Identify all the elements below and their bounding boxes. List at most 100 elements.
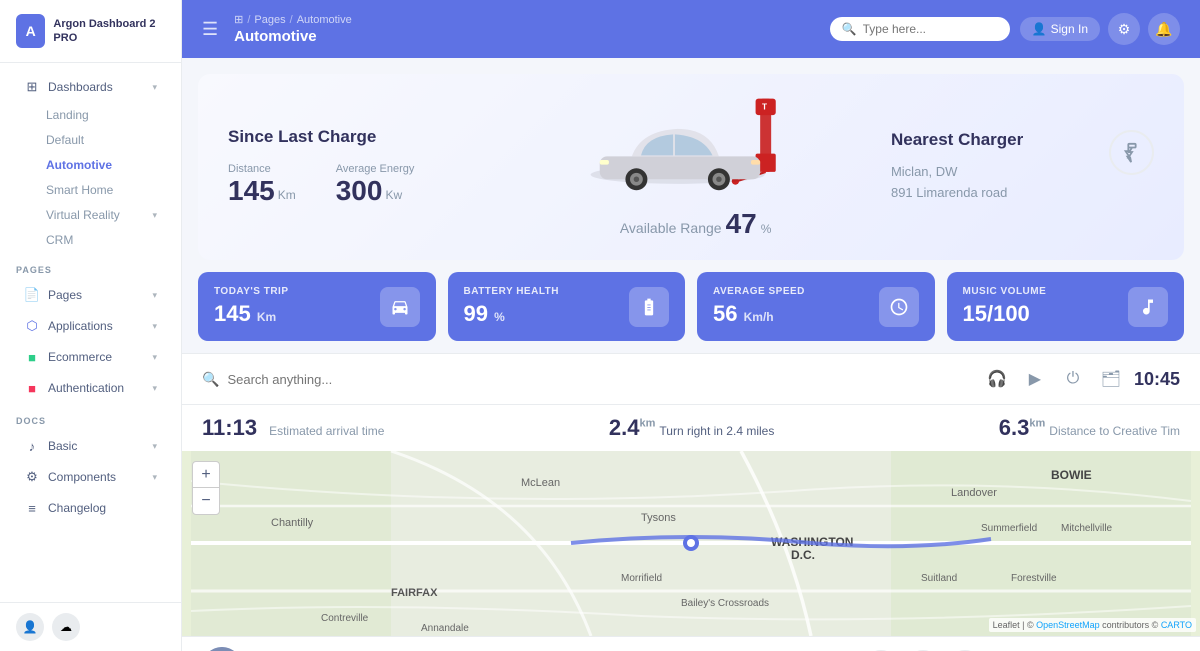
nav-search[interactable]: 🔍 bbox=[202, 371, 427, 388]
notifications-button[interactable]: 🔔 bbox=[1148, 13, 1180, 45]
battery-icon bbox=[629, 287, 669, 327]
dest-label: Distance to Creative Tim bbox=[1049, 424, 1180, 438]
applications-icon: ⬡ bbox=[24, 318, 40, 334]
sidebar-item-components[interactable]: ⚙ Components ▾ bbox=[8, 462, 173, 492]
hamburger-menu-icon[interactable]: ☰ bbox=[202, 19, 218, 40]
svg-text:FAIRFAX: FAIRFAX bbox=[391, 587, 438, 599]
arrival-label: Estimated arrival time bbox=[269, 424, 384, 438]
sidebar-item-default[interactable]: Default bbox=[8, 128, 173, 152]
auth-icon: ■ bbox=[24, 380, 40, 396]
music-note-icon bbox=[1128, 287, 1168, 327]
sidebar-item-smart-home[interactable]: Smart Home bbox=[8, 178, 173, 202]
zoom-in-button[interactable]: + bbox=[193, 462, 219, 488]
music-icon: ♪ bbox=[24, 438, 40, 454]
svg-text:Chantilly: Chantilly bbox=[271, 517, 314, 529]
sidebar-item-label: Ecommerce bbox=[48, 350, 112, 364]
sidebar-navigation: ⊞ Dashboards ▾ Landing Default Automotiv… bbox=[0, 63, 181, 602]
map-container: McLean Tysons Chantilly WASHINGTON D.C. … bbox=[182, 451, 1200, 636]
svg-text:Bailey's Crossroads: Bailey's Crossroads bbox=[681, 598, 769, 609]
search-input[interactable] bbox=[863, 22, 998, 36]
trip-bar: 11:13 Estimated arrival time 2.4km Turn … bbox=[182, 405, 1200, 451]
distance-value: 145 bbox=[228, 175, 275, 207]
sidebar-item-label: Authentication bbox=[48, 381, 124, 395]
sidebar-item-ecommerce[interactable]: ■ Ecommerce ▾ bbox=[8, 342, 173, 372]
sidebar-item-label: Components bbox=[48, 470, 116, 484]
svg-text:Contreville: Contreville bbox=[321, 613, 369, 624]
chevron-down-icon: ▾ bbox=[152, 383, 157, 394]
sidebar-item-dashboards[interactable]: ⊞ Dashboards ▾ bbox=[8, 72, 173, 102]
user-avatar[interactable]: 👤 bbox=[16, 613, 44, 641]
sidebar-item-label: Applications bbox=[48, 319, 113, 333]
svg-text:Suitland: Suitland bbox=[921, 573, 957, 584]
chevron-down-icon: ▾ bbox=[152, 441, 157, 452]
svg-text:BOWIE: BOWIE bbox=[1051, 468, 1092, 482]
since-last-charge-title: Since Last Charge bbox=[228, 127, 520, 147]
power-icon[interactable]: ⏻ bbox=[1058, 364, 1088, 394]
main-content: ☰ ⊞ / Pages / Automotive Automotive 🔍 👤 bbox=[182, 0, 1200, 651]
todays-trip-card: TODAY'S TRIP 145 Km bbox=[198, 272, 436, 341]
svg-text:Summerfield: Summerfield bbox=[981, 523, 1037, 534]
search-bar[interactable]: 🔍 bbox=[830, 17, 1010, 41]
sidebar-item-applications[interactable]: ⬡ Applications ▾ bbox=[8, 311, 173, 341]
settings-button[interactable]: ⚙ bbox=[1108, 13, 1140, 45]
play-icon[interactable]: ▶ bbox=[1020, 364, 1050, 394]
turn-distance: 2.4km bbox=[609, 415, 656, 441]
available-range-label: Available Range bbox=[620, 220, 722, 236]
sign-in-button[interactable]: 👤 Sign In bbox=[1020, 17, 1100, 41]
nearest-charger-title: Nearest Charger bbox=[891, 130, 1023, 150]
svg-text:Annandale: Annandale bbox=[421, 623, 469, 634]
speed-icon bbox=[879, 287, 919, 327]
battery-health-value: 99 bbox=[464, 301, 488, 326]
sidebar-item-label: Changelog bbox=[48, 501, 106, 515]
music-volume-label: MUSIC VOLUME bbox=[963, 286, 1047, 297]
music-volume-value: 15/100 bbox=[963, 301, 1030, 326]
sidebar-item-changelog[interactable]: ≡ Changelog bbox=[8, 493, 173, 523]
chevron-down-icon: ▾ bbox=[152, 290, 157, 301]
sidebar-item-basic[interactable]: ♪ Basic ▾ bbox=[8, 431, 173, 461]
sidebar-item-virtual-reality[interactable]: Virtual Reality▾ bbox=[8, 203, 173, 227]
sidebar-brand: A Argon Dashboard 2 PRO bbox=[0, 0, 181, 63]
charger-icon bbox=[1109, 130, 1154, 175]
cloud-icon[interactable]: ☁ bbox=[52, 613, 80, 641]
chevron-down-icon: ▾ bbox=[152, 352, 157, 363]
page-title: Automotive bbox=[234, 28, 352, 45]
dest-distance: 6.3km bbox=[999, 415, 1046, 441]
available-range-unit: % bbox=[761, 222, 772, 236]
music-avatar bbox=[202, 647, 242, 651]
battery-health-label: BATTERY HEALTH bbox=[464, 286, 560, 297]
folder-icon[interactable]: 🗂 bbox=[1096, 364, 1126, 394]
nav-time: 10:45 bbox=[1134, 369, 1180, 390]
user-icon: 👤 bbox=[1032, 22, 1047, 36]
nearest-charger-address: Miclan, DW 891 Limarenda road bbox=[891, 162, 1023, 204]
battery-health-card: BATTERY HEALTH 99 % bbox=[448, 272, 686, 341]
docs-section-label: DOCS bbox=[0, 404, 181, 430]
sidebar-item-crm[interactable]: CRM bbox=[8, 228, 173, 252]
zoom-out-button[interactable]: − bbox=[193, 488, 219, 514]
distance-label: Distance bbox=[228, 163, 296, 175]
svg-text:Mitchellville: Mitchellville bbox=[1061, 523, 1113, 534]
headphone-icon[interactable]: 🎧 bbox=[982, 364, 1012, 394]
grid-icon: ⊞ bbox=[24, 79, 40, 95]
map-zoom-controls: + − bbox=[192, 461, 220, 515]
since-last-charge-card: Since Last Charge Distance 145 Km Averag… bbox=[198, 74, 1184, 260]
chevron-down-icon: ▾ bbox=[152, 472, 157, 483]
changelog-icon: ≡ bbox=[24, 500, 40, 516]
sidebar-item-authentication[interactable]: ■ Authentication ▾ bbox=[8, 373, 173, 403]
music-player: You're Mines Still (feat Drake) Yung Ble… bbox=[182, 636, 1200, 651]
turn-direction: Turn right in 2.4 miles bbox=[659, 424, 774, 438]
breadcrumb-pages[interactable]: Pages bbox=[254, 14, 285, 26]
navigation-bar: 🔍 🎧 ▶ ⏻ 🗂 10:45 bbox=[182, 353, 1200, 405]
svg-text:Morrifield: Morrifield bbox=[621, 573, 662, 584]
sidebar-item-landing[interactable]: Landing bbox=[8, 103, 173, 127]
sidebar: A Argon Dashboard 2 PRO ⊞ Dashboards ▾ L… bbox=[0, 0, 182, 651]
nav-search-input[interactable] bbox=[227, 372, 427, 387]
car-image: T bbox=[556, 94, 836, 204]
sidebar-item-label: Basic bbox=[48, 439, 77, 453]
arrival-time: 11:13 bbox=[202, 415, 257, 441]
pages-section-label: PAGES bbox=[0, 253, 181, 279]
distance-unit: Km bbox=[278, 188, 296, 202]
sidebar-item-automotive[interactable]: Automotive bbox=[8, 153, 173, 177]
nav-search-icon: 🔍 bbox=[202, 371, 219, 388]
chevron-down-icon: ▾ bbox=[152, 82, 157, 93]
sidebar-item-pages[interactable]: 📄 Pages ▾ bbox=[8, 280, 173, 310]
